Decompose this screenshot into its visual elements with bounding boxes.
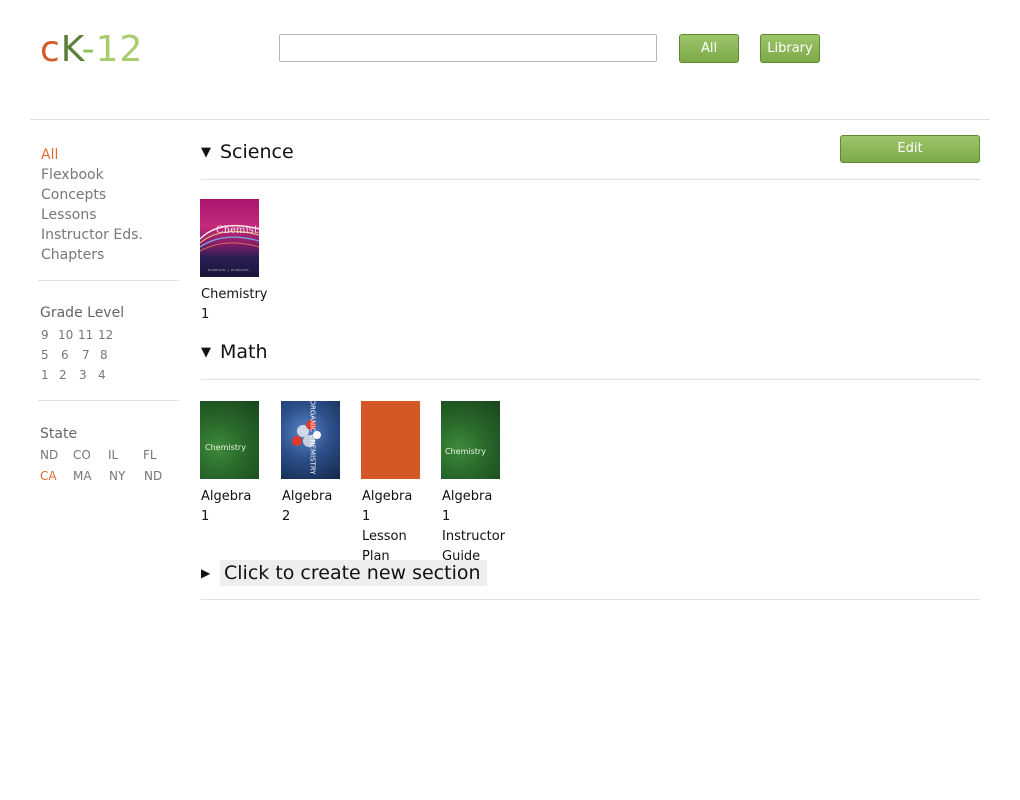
ck12-logo[interactable]: cK-12	[40, 28, 143, 72]
grade-option[interactable]: 2	[59, 368, 67, 382]
grade-level-heading: Grade Level	[40, 305, 125, 321]
book-title-line: 1	[201, 307, 210, 322]
book-title-line: Algebra 1	[201, 489, 252, 524]
logo-dash: -	[81, 29, 96, 70]
book-item[interactable]: Chemistry Algebra 1	[200, 401, 260, 527]
logo-c: c	[40, 29, 61, 70]
book-item[interactable]: ORGANIC CHEMISTRY Algebra 2	[281, 401, 341, 527]
logo-k: K	[60, 29, 82, 70]
grade-option[interactable]: 7	[82, 348, 90, 362]
book-title-line: Instructor	[442, 529, 506, 544]
state-option[interactable]: MA	[73, 469, 92, 483]
filter-chapters[interactable]: Chapters	[40, 245, 180, 265]
sidebar-divider	[38, 400, 179, 401]
state-option[interactable]: NY	[109, 469, 125, 483]
book-cover[interactable]	[361, 401, 420, 479]
collapse-triangle-icon[interactable]: ▼	[201, 145, 220, 160]
book-item[interactable]: Chemistry Algebra 1 Instructor Guide	[441, 401, 506, 567]
create-section-button[interactable]: Click to create new section	[220, 560, 487, 586]
cover-title-text: ORGANIC CHEMISTRY	[308, 401, 317, 475]
filter-lessons[interactable]: Lessons	[40, 205, 180, 225]
grade-option[interactable]: 3	[79, 368, 87, 382]
header-divider	[30, 119, 990, 120]
state-heading: State	[40, 426, 78, 442]
search-all-button[interactable]: All	[679, 34, 739, 63]
cover-title-text: Chemistry	[205, 443, 246, 452]
expand-triangle-icon[interactable]: ▶	[201, 566, 220, 580]
grade-option[interactable]: 9	[41, 328, 49, 342]
state-option[interactable]: IL	[108, 448, 118, 462]
filter-instructor-eds[interactable]: Instructor Eds.	[40, 225, 180, 245]
grade-option[interactable]: 8	[100, 348, 108, 362]
book-title-line: Algebra 1	[442, 489, 493, 524]
cover-author-text: ZUMDAHL | ZUMDAHL	[208, 268, 250, 272]
section-header-science[interactable]: ▼ Science	[201, 141, 294, 163]
section-divider	[201, 379, 980, 380]
filter-sidebar: All Flexbook Concepts Lessons Instructor…	[40, 145, 180, 265]
grade-option[interactable]: 4	[98, 368, 106, 382]
book-title-line: Chemistry	[201, 287, 268, 302]
book-item[interactable]: Algebra 1 Lesson Plan	[361, 401, 421, 567]
filter-concepts[interactable]: Concepts	[40, 185, 180, 205]
section-title: Science	[220, 141, 294, 163]
filter-all[interactable]: All	[40, 145, 180, 165]
book-title-line: Algebra	[282, 489, 333, 504]
cover-title-text: Chemistry	[445, 447, 486, 456]
state-option[interactable]: ND	[40, 448, 58, 462]
book-title[interactable]: Algebra 1 Lesson Plan	[361, 487, 421, 567]
book-title[interactable]: Chemistry 1	[200, 285, 268, 325]
state-option[interactable]: ND	[144, 469, 162, 483]
book-title-line: 2	[282, 509, 291, 524]
create-section-control[interactable]: ▶ Click to create new section	[201, 560, 487, 586]
book-cover[interactable]: ORGANIC CHEMISTRY	[281, 401, 340, 479]
book-title-line: Algebra 1	[362, 489, 413, 524]
section-title: Math	[220, 341, 268, 363]
book-title-line: Lesson	[362, 529, 407, 544]
section-divider	[201, 179, 980, 180]
state-option[interactable]: CO	[73, 448, 91, 462]
state-option-selected[interactable]: CA	[40, 469, 57, 483]
cover-title-text: Chemistry	[216, 225, 259, 236]
sidebar-divider	[38, 280, 179, 281]
grade-option[interactable]: 5	[41, 348, 49, 362]
book-cover[interactable]: Chemistry	[441, 401, 500, 479]
grade-option[interactable]: 1	[41, 368, 49, 382]
book-cover[interactable]: Chemistry	[200, 401, 259, 479]
grade-option[interactable]: 6	[61, 348, 69, 362]
search-library-button[interactable]: Library	[760, 34, 820, 63]
edit-button[interactable]: Edit	[840, 135, 980, 163]
grade-option[interactable]: 10	[58, 328, 73, 342]
grade-option[interactable]: 12	[98, 328, 113, 342]
logo-number: 12	[95, 29, 144, 70]
filter-flexbook[interactable]: Flexbook	[40, 165, 180, 185]
book-title[interactable]: Algebra 2	[281, 487, 341, 527]
book-title[interactable]: Algebra 1 Instructor Guide	[441, 487, 506, 567]
book-item[interactable]: Chemistry ZUMDAHL | ZUMDAHL Chemistry 1	[200, 199, 268, 325]
section-header-math[interactable]: ▼ Math	[201, 341, 268, 363]
section-divider	[201, 599, 980, 600]
book-cover[interactable]: Chemistry ZUMDAHL | ZUMDAHL	[200, 199, 259, 277]
book-title[interactable]: Algebra 1	[200, 487, 260, 527]
state-option[interactable]: FL	[143, 448, 157, 462]
collapse-triangle-icon[interactable]: ▼	[201, 345, 220, 360]
search-input[interactable]	[279, 34, 657, 62]
grade-option[interactable]: 11	[78, 328, 93, 342]
